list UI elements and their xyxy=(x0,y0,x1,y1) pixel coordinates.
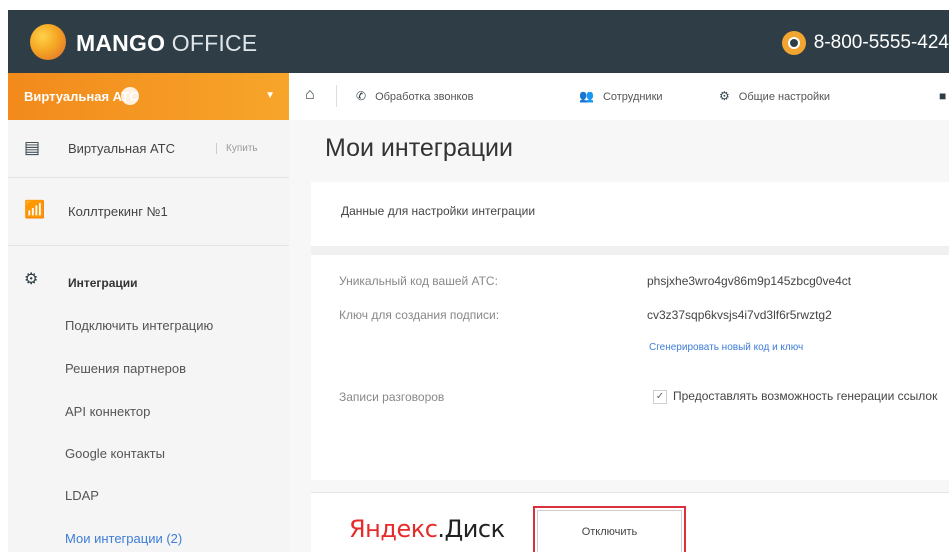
nav-label: Обработка звонков xyxy=(375,91,474,103)
pbx-icon: ▤ xyxy=(24,138,41,157)
nav-employees[interactable]: 👥 Сотрудники xyxy=(579,89,663,103)
integration-settings-card: Данные для настройки интеграции Уникальн… xyxy=(311,182,949,480)
brand-logo[interactable]: MANGO OFFICE xyxy=(76,30,257,57)
app-frame: MANGO OFFICE 8-800-5555-424 Виртуальная … xyxy=(0,0,949,552)
sidebar-subitem-connect[interactable]: Подключить интеграцию xyxy=(65,318,213,333)
support-phone[interactable]: 8-800-5555-424 xyxy=(781,30,949,56)
recordings-label: Записи разговоров xyxy=(339,390,445,404)
sidebar-subitem-api[interactable]: API коннектор xyxy=(65,404,150,419)
sidebar-item-calltracking[interactable]: 📶 Коллтрекинг №1 xyxy=(8,178,289,246)
calltracking-icon: 📶 xyxy=(24,200,46,219)
mango-logo-icon xyxy=(30,24,66,60)
chevron-down-icon: ▼ xyxy=(265,90,275,101)
nav-label: Сотрудники xyxy=(602,91,663,103)
disable-integration-button[interactable]: Отключить xyxy=(533,506,686,552)
top-header: MANGO OFFICE 8-800-5555-424 xyxy=(8,10,949,73)
brand-name-light: OFFICE xyxy=(165,30,258,56)
phone-handset-icon: ✆ xyxy=(356,89,367,103)
disk-logo-part: .Диск xyxy=(437,515,505,543)
unique-code-value[interactable]: phsjxhe3wro4gv86m9p145zbcg0ve4ct xyxy=(647,274,851,288)
yandex-disk-card: Яндекс.Диск Отключить xyxy=(311,492,949,552)
phone-number: 8-800-5555-424 xyxy=(813,32,949,53)
card-heading: Данные для настройки интеграции xyxy=(341,204,536,218)
page-title: Мои интеграции xyxy=(325,134,513,162)
gear-icon: ⚙ xyxy=(719,89,730,103)
yandex-disk-logo: Яндекс.Диск xyxy=(349,515,505,543)
brand-name-bold: MANGO xyxy=(76,30,166,56)
sidebar: Виртуальная АТС ▼ ▤ Виртуальная АТС Купи… xyxy=(8,73,290,552)
sidebar-item-label: Интеграции xyxy=(68,276,138,290)
home-icon[interactable]: ⌂ xyxy=(305,86,315,104)
sidebar-subitem-ldap[interactable]: LDAP xyxy=(65,488,99,503)
sidebar-item-label: Коллтрекинг №1 xyxy=(68,204,168,219)
nav-divider xyxy=(336,85,337,107)
integrations-icon: ⚙ xyxy=(24,271,39,288)
nav-call-handling[interactable]: ✆ Обработка звонков xyxy=(356,89,473,103)
sidebar-subitem-partners[interactable]: Решения партнеров xyxy=(65,361,186,376)
sidebar-item-virtual-atc[interactable]: ▤ Виртуальная АТС Купить xyxy=(8,120,289,178)
unique-code-label: Уникальный код вашей АТС: xyxy=(339,274,498,288)
nav-general-settings[interactable]: ⚙ Общие настройки xyxy=(719,89,830,103)
sidebar-subitem-google[interactable]: Google контакты xyxy=(65,446,165,461)
headset-icon xyxy=(781,31,806,55)
nav-label: Общие настройки xyxy=(738,91,831,103)
generate-key-link[interactable]: Сгенерировать новый код и ключ xyxy=(649,342,803,353)
yandex-logo-part: Яндекс xyxy=(349,515,438,543)
top-navigation: ⌂ ✆ Обработка звонков 👥 Сотрудники ⚙ Общие … xyxy=(289,73,949,121)
disable-button-label: Отключить xyxy=(537,510,682,552)
card-divider xyxy=(311,246,949,255)
buy-link[interactable]: Купить xyxy=(216,143,258,154)
sidebar-item-label: Виртуальная АТС xyxy=(68,141,175,156)
people-icon: 👥 xyxy=(579,89,594,103)
atc-selector-dropdown[interactable]: Виртуальная АТС ▼ xyxy=(8,73,289,120)
sidebar-subitem-my-integrations[interactable]: Мои интеграции (2) xyxy=(65,531,182,546)
main-content: Мои интеграции Данные для настройки инте… xyxy=(289,120,949,552)
recordings-checkbox[interactable]: ✓ xyxy=(653,390,667,404)
recordings-option-label[interactable]: Предоставлять возможность генерации ссыл… xyxy=(673,389,937,403)
atc-badge-icon xyxy=(121,87,139,105)
sidebar-item-integrations[interactable]: ⚙ Интеграции Подключить интеграцию Решен… xyxy=(8,246,289,552)
nav-overflow-icon[interactable]: ■ xyxy=(939,89,949,103)
signature-key-value[interactable]: cv3z37sqp6kvsjs4i7vd3lf6r5rwztg2 xyxy=(647,308,832,322)
signature-key-label: Ключ для создания подписи: xyxy=(339,308,500,322)
